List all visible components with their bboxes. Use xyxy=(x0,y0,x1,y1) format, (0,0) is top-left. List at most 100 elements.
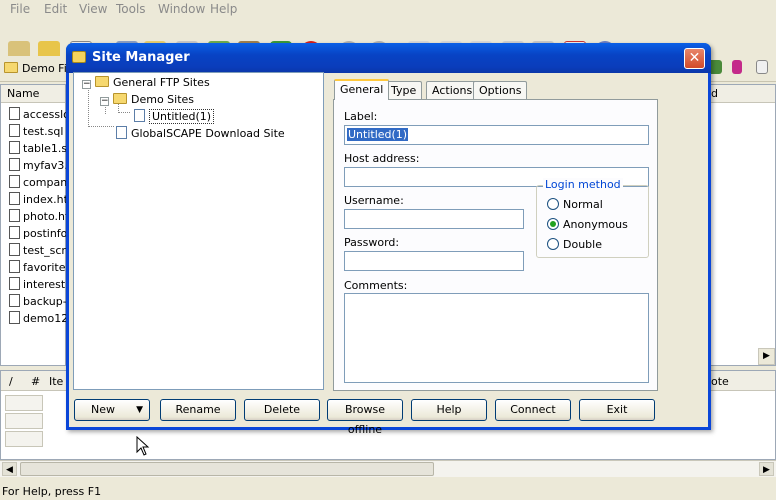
new-button-label: New xyxy=(91,403,115,416)
file-name: table1.s xyxy=(23,142,68,155)
radio-button[interactable] xyxy=(547,198,559,210)
menu-edit[interactable]: Edit xyxy=(44,2,67,16)
file-icon xyxy=(9,260,20,273)
file-list-item[interactable]: postinfo xyxy=(9,226,67,242)
connect-button[interactable]: Connect xyxy=(495,399,571,421)
tree-label: GlobalSCAPE Download Site xyxy=(131,127,285,140)
login-method-legend: Login method xyxy=(543,178,623,191)
tree-node-untitled[interactable]: Untitled(1) xyxy=(134,109,215,126)
file-name: interest. xyxy=(23,278,69,291)
queue-row xyxy=(5,431,43,447)
file-name: accesslo xyxy=(23,108,70,121)
site-icon xyxy=(116,126,127,139)
file-list-item[interactable]: demo12 xyxy=(9,311,68,327)
folder-icon xyxy=(4,62,18,73)
file-name: myfav3. xyxy=(23,159,68,172)
tab-general[interactable]: General xyxy=(334,79,390,100)
file-name: postinfo xyxy=(23,227,68,240)
login-method-group: Login method Normal Anonymous Double xyxy=(536,178,649,258)
rename-button[interactable]: Rename xyxy=(160,399,236,421)
tree-node-general-ftp-sites[interactable]: − General FTP Sites xyxy=(82,76,210,93)
close-button[interactable]: ✕ xyxy=(684,48,705,69)
tree-label: Demo Sites xyxy=(131,93,195,106)
exit-button[interactable]: Exit xyxy=(579,399,655,421)
queue-column-number[interactable]: # xyxy=(31,375,40,388)
file-list-item[interactable]: table1.s xyxy=(9,141,67,157)
password-input[interactable] xyxy=(344,251,524,271)
dialog-title: Site Manager xyxy=(92,50,190,65)
radio-normal[interactable]: Normal xyxy=(547,198,603,211)
folder-icon xyxy=(95,76,109,87)
help-button[interactable]: Help xyxy=(411,399,487,421)
dropdown-arrow-icon[interactable]: ▼ xyxy=(136,400,143,420)
file-name: index.ht xyxy=(23,193,68,206)
queue-column-status[interactable]: / xyxy=(9,375,13,388)
comments-textarea[interactable] xyxy=(344,293,649,383)
scroll-right-button[interactable]: ▶ xyxy=(759,462,774,476)
file-icon xyxy=(9,294,20,307)
label-caption: Label: xyxy=(344,110,378,123)
username-input[interactable] xyxy=(344,209,524,229)
radio-anonymous[interactable]: Anonymous xyxy=(547,218,628,231)
scroll-right-button[interactable]: ▶ xyxy=(758,348,775,365)
queue-row xyxy=(5,395,43,411)
file-name: test.sql xyxy=(23,125,64,138)
file-list-item[interactable]: test.sql xyxy=(9,124,63,140)
file-icon xyxy=(9,243,20,256)
file-list-item[interactable]: backup-f xyxy=(9,294,71,310)
scroll-thumb[interactable] xyxy=(20,462,434,476)
menu-view[interactable]: View xyxy=(79,2,107,16)
file-list-item[interactable]: interest. xyxy=(9,277,69,293)
queue-column-item[interactable]: Ite xyxy=(49,375,63,388)
file-name: photo.ht xyxy=(23,210,70,223)
label-input[interactable]: Untitled(1) xyxy=(344,125,649,145)
tree-label: General FTP Sites xyxy=(113,76,210,89)
file-icon xyxy=(9,175,20,188)
file-list-item[interactable]: accesslo xyxy=(9,107,70,123)
comments-caption: Comments: xyxy=(344,279,408,292)
menu-bar: File Edit View Tools Window Help xyxy=(0,0,776,18)
new-button[interactable]: New ▼ xyxy=(74,399,150,421)
radio-button[interactable] xyxy=(547,238,559,250)
file-list-item[interactable]: myfav3. xyxy=(9,158,68,174)
tab-options[interactable]: Options xyxy=(473,81,528,99)
radio-double[interactable]: Double xyxy=(547,238,602,251)
menu-help[interactable]: Help xyxy=(210,2,237,16)
file-list-item[interactable]: company xyxy=(9,175,74,191)
menu-file[interactable]: File xyxy=(10,2,30,16)
tree-node-globalscape-download-site[interactable]: GlobalSCAPE Download Site xyxy=(116,126,285,143)
mouse-cursor-icon xyxy=(136,436,150,456)
delete-button[interactable]: Delete xyxy=(244,399,320,421)
menu-tools[interactable]: Tools xyxy=(116,2,146,16)
bookmark-icon[interactable] xyxy=(732,60,742,74)
file-list-item[interactable]: index.ht xyxy=(9,192,68,208)
tree-node-demo-sites[interactable]: − Demo Sites xyxy=(100,93,194,110)
site-icon xyxy=(134,109,145,122)
menu-window[interactable]: Window xyxy=(158,2,205,16)
dialog-title-bar[interactable]: Site Manager ✕ xyxy=(66,43,711,73)
browse-offline-button[interactable]: Browse offline xyxy=(327,399,403,436)
file-icon xyxy=(9,141,20,154)
file-name: favorite. xyxy=(23,261,70,274)
collapse-icon[interactable]: − xyxy=(82,80,91,89)
general-tab-panel: Label: Untitled(1) Host address: Usernam… xyxy=(333,99,658,391)
radio-label: Normal xyxy=(563,198,603,211)
file-list-item[interactable]: favorite. xyxy=(9,260,69,276)
radio-label: Anonymous xyxy=(563,218,628,231)
file-list-item[interactable]: test_scri xyxy=(9,243,69,259)
queue-column-remote[interactable]: ote xyxy=(711,375,729,388)
tab-type[interactable]: Type xyxy=(385,81,423,99)
horizontal-scrollbar[interactable]: ◀ ▶ xyxy=(0,460,776,477)
page-icon[interactable] xyxy=(756,60,768,74)
scroll-left-button[interactable]: ◀ xyxy=(2,462,17,476)
column-header[interactable]: d xyxy=(711,85,775,103)
host-address-caption: Host address: xyxy=(344,152,420,165)
address-label[interactable]: Demo Fil xyxy=(22,62,70,75)
tab-actions[interactable]: Actions xyxy=(426,81,479,99)
column-header-name[interactable]: Name xyxy=(1,85,65,103)
file-icon xyxy=(9,311,20,324)
file-icon xyxy=(9,209,20,222)
collapse-icon[interactable]: − xyxy=(100,97,109,106)
file-list-item[interactable]: photo.ht xyxy=(9,209,69,225)
radio-button-checked[interactable] xyxy=(547,218,559,230)
